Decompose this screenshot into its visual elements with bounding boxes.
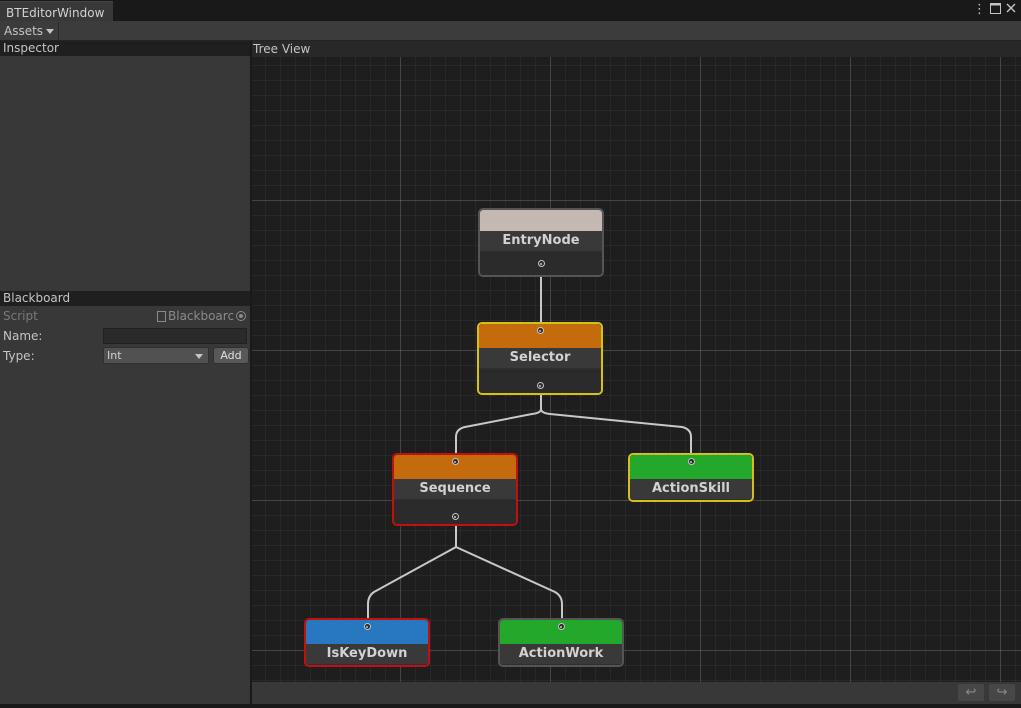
chevron-down-icon [195, 354, 203, 359]
script-field-value: Blackboarc [168, 309, 235, 323]
undo-icon[interactable]: ↩ [958, 684, 984, 701]
node-sequence[interactable]: Sequence [392, 453, 518, 526]
node-entry-title: EntryNode [480, 231, 602, 252]
node-sequence-header [394, 455, 516, 479]
inspector-header: Inspector [0, 41, 250, 56]
node-entry-output-port[interactable] [537, 260, 545, 267]
redo-icon[interactable]: ↪ [989, 684, 1015, 701]
node-sequence-output-port[interactable] [451, 513, 459, 520]
node-selector-input-port[interactable] [536, 327, 544, 334]
node-action-skill-header [630, 455, 752, 479]
add-button[interactable]: Add [213, 347, 249, 364]
node-selector-header [479, 324, 601, 348]
script-file-icon [157, 310, 166, 322]
window-tab-title: BTEditorWindow [6, 6, 105, 20]
name-label: Name: [3, 329, 43, 343]
close-icon[interactable] [1006, 3, 1016, 17]
object-picker-icon[interactable] [236, 311, 247, 321]
node-action-work-header [500, 620, 622, 644]
tree-view-footer: ↩ ↪ [252, 682, 1021, 704]
node-action-work[interactable]: ActionWork [498, 618, 624, 667]
kebab-menu-icon[interactable]: ⋮ [973, 3, 986, 17]
status-bar [0, 704, 1021, 708]
node-is-key-down-header [306, 620, 428, 644]
node-action-skill[interactable]: ActionSkill [628, 453, 754, 502]
maximize-icon[interactable] [990, 3, 1001, 18]
node-sequence-title: Sequence [394, 479, 516, 500]
assets-menu-label: Assets [4, 24, 44, 38]
window-tab[interactable]: BTEditorWindow [0, 1, 113, 22]
node-is-key-down[interactable]: IsKeyDown [304, 618, 430, 667]
type-dropdown-value: Int [107, 349, 122, 362]
edge-selector-sequence [455, 388, 542, 459]
node-entry-header [480, 210, 602, 231]
node-is-key-down-input-port[interactable] [363, 623, 371, 630]
window-tab-bar: BTEditorWindow ⋮ [0, 0, 1021, 22]
edge-sequence-iskeydown [367, 519, 457, 624]
node-selector-title: Selector [479, 348, 601, 369]
node-selector[interactable]: Selector [477, 322, 603, 395]
node-is-key-down-title: IsKeyDown [306, 644, 428, 665]
tree-view-header: Tree View [252, 41, 1021, 57]
script-field[interactable]: Blackboarc [157, 309, 247, 323]
name-input[interactable] [103, 328, 247, 344]
edge-selector-actionskill [540, 388, 692, 459]
node-action-skill-title: ActionSkill [630, 479, 752, 500]
tree-view-canvas[interactable]: EntryNode Selector Sequence ActionSkill … [252, 57, 1021, 682]
chevron-down-icon [46, 28, 55, 34]
node-selector-output-port[interactable] [536, 382, 544, 389]
edge-sequence-actionwork [455, 519, 563, 624]
node-action-work-input-port[interactable] [557, 623, 565, 630]
node-entry[interactable]: EntryNode [478, 208, 604, 277]
node-sequence-input-port[interactable] [451, 458, 459, 465]
blackboard-header: Blackboard [0, 291, 250, 306]
assets-menu-button[interactable]: Assets [0, 22, 60, 40]
type-dropdown[interactable]: Int [103, 347, 209, 364]
node-action-work-title: ActionWork [500, 644, 622, 665]
toolbar: Assets [0, 21, 1021, 41]
left-panel: Inspector Blackboard Script Blackboarc N… [0, 41, 250, 708]
node-action-skill-input-port[interactable] [687, 458, 695, 465]
graph-edges [367, 270, 692, 624]
script-label: Script [3, 309, 38, 323]
type-label: Type: [3, 349, 35, 363]
